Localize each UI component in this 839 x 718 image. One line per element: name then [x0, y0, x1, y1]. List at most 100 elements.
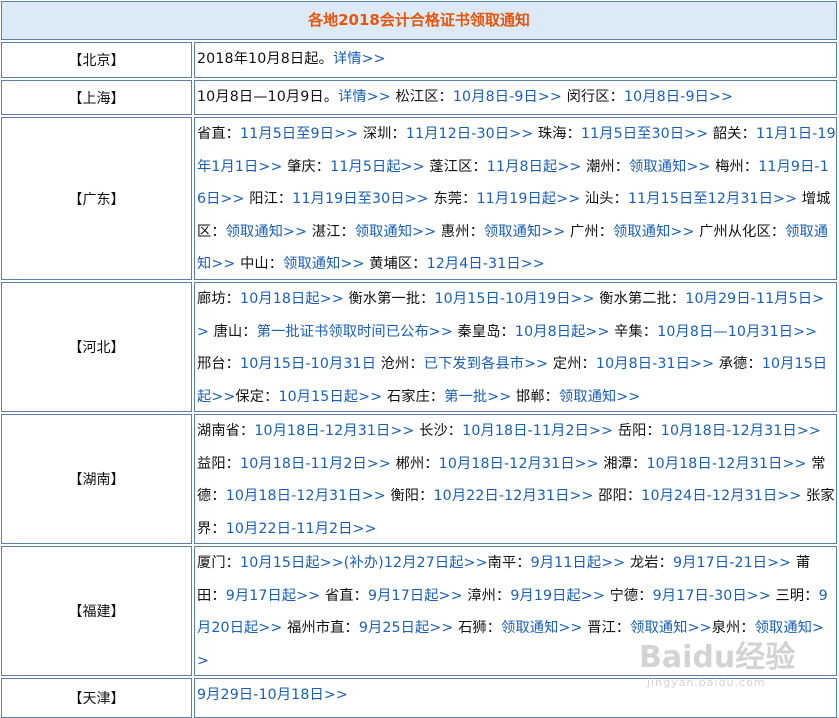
notice-link[interactable]: 10月15日-10月19日>>	[435, 291, 595, 307]
notice-link[interactable]: 9月17日-30日>>	[653, 588, 771, 604]
notice-link[interactable]: 领取通知>>	[226, 224, 307, 240]
notice-link[interactable]: 9月25日起>>	[359, 620, 454, 636]
notice-link[interactable]: 10月8日—10月31日>>	[657, 324, 817, 340]
notice-link[interactable]: 11月19日至30日>>	[292, 191, 429, 207]
region-text: 南平：	[487, 555, 531, 571]
region-text: 衡水第二批：	[594, 291, 686, 307]
notice-link[interactable]: 领取通知>>	[559, 389, 640, 405]
notice-link[interactable]: 领取通知>>	[501, 620, 582, 636]
notice-link[interactable]: 领取通知>>	[283, 256, 364, 272]
region-content: 2018年10月8日起。详情>>	[194, 42, 837, 78]
notice-link[interactable]: 10月24日-12月31日>>	[641, 488, 801, 504]
region-text: 湘潭：	[598, 455, 647, 472]
region-label: 【天津】	[1, 678, 192, 718]
notice-link[interactable]: 10月15日起>>(补办)12月27日起>>	[240, 555, 488, 571]
region-label: 【广东】	[1, 117, 192, 280]
region-text: 深圳：	[358, 126, 406, 142]
notice-link[interactable]: 9月11日起>>	[531, 555, 626, 571]
region-text: 湖南省：	[197, 423, 255, 439]
notice-link[interactable]: 领取通知>>	[484, 224, 565, 240]
region-text: 石家庄：	[382, 388, 445, 405]
region-text: 龙岩：	[625, 555, 673, 571]
region-text: 肇庆：	[282, 158, 331, 175]
table-row: 【上海】 10月8日—10月9日。详情>> 松江区：10月8日-9日>> 闵行区：…	[1, 80, 837, 115]
notice-link[interactable]: 10月18日-12月31日>>	[254, 423, 414, 439]
notice-link[interactable]: 9月17日起>>	[226, 588, 321, 604]
notice-link[interactable]: 领取通知>>	[355, 224, 436, 240]
region-text: 韶关：	[708, 126, 756, 142]
notice-link[interactable]: 11月5日至30日>>	[581, 126, 708, 142]
notice-link[interactable]: 10月8日-9日>>	[453, 89, 562, 105]
table-body: 【北京】 2018年10月8日起。详情>> 【上海】 10月8日—10月9日。详情>>…	[1, 42, 837, 718]
region-text: 沧州：	[376, 356, 424, 372]
notice-link[interactable]: 9月29日-10月18日>>	[197, 687, 348, 703]
region-text: 黄埔区：	[364, 256, 427, 272]
notice-link[interactable]: 第一批>>	[444, 389, 511, 405]
region-content: 湖南省：10月18日-12月31日>> 长沙：10月18日-11月2日>> 岳阳…	[194, 414, 837, 544]
region-content: 10月8日—10月9日。详情>> 松江区：10月8日-9日>> 闵行区：10月8…	[194, 80, 837, 115]
notice-link[interactable]: 11月5日至9日>>	[240, 126, 358, 142]
notice-link[interactable]: 10月22日-11月2日>>	[226, 521, 377, 537]
region-text: 岳阳：	[613, 423, 661, 439]
table-row: 【湖南】 湖南省：10月18日-12月31日>> 长沙：10月18日-11月2日>…	[1, 414, 837, 544]
notice-link[interactable]: 9月19日起>>	[510, 588, 605, 604]
region-text: 汕头：	[580, 191, 628, 207]
region-text: 漳州：	[462, 587, 511, 604]
region-text: 邯郸：	[511, 388, 560, 405]
region-label: 【上海】	[1, 80, 192, 115]
notice-link[interactable]: 11月15日至12月31日>>	[628, 191, 797, 207]
region-text: 2018年10月8日起。	[197, 51, 333, 67]
table-row: 【广东】 省直：11月5日至9日>> 深圳：11月12日-30日>> 珠海：11月…	[1, 117, 837, 280]
notice-link[interactable]: 领取通知>>	[629, 159, 710, 175]
region-text: 广州从化区：	[694, 223, 786, 240]
region-text: 蓬江区：	[424, 158, 487, 175]
notice-link[interactable]: 详情>>	[333, 51, 386, 67]
notice-link[interactable]: 11月12日-30日>>	[406, 126, 533, 142]
region-text: 珠海：	[533, 126, 581, 142]
notice-link[interactable]: 10月18日-12月31日>>	[439, 456, 599, 472]
notice-link[interactable]: 9月17日-21日>>	[673, 555, 791, 571]
notice-link[interactable]: 10月8日起>>	[515, 324, 610, 340]
notice-link[interactable]: 10月15日起>>	[278, 389, 382, 405]
notice-link[interactable]: 10月18日起>>	[240, 291, 344, 307]
notice-link[interactable]: 10月15日-10月31日	[240, 356, 376, 372]
region-text: 中山：	[235, 256, 284, 272]
region-content: 廊坊：10月18日起>> 衡水第一批：10月15日-10月19日>> 衡水第二批…	[194, 282, 837, 412]
region-text: 福州市直：	[282, 620, 359, 636]
notice-link[interactable]: 10月18日-12月31日>>	[226, 488, 386, 504]
region-text: 衡水第一批：	[343, 291, 435, 307]
region-text: 郴州：	[390, 455, 439, 472]
region-text: 保定：	[235, 388, 279, 405]
notice-link[interactable]: 10月8日-9日>>	[624, 89, 733, 105]
notice-link[interactable]: 详情>>	[338, 89, 391, 105]
notice-link[interactable]: 10月18日-12月31日>>	[646, 456, 806, 472]
notice-link[interactable]: 10月18日-11月2日>>	[462, 423, 613, 439]
notice-link[interactable]: 12月4日-31日>>	[427, 256, 545, 272]
notice-link[interactable]: 10月18日-12月31日>>	[661, 423, 821, 439]
region-text: 省直：	[320, 587, 368, 604]
region-text: 衡阳：	[385, 488, 434, 504]
region-text: 惠州：	[436, 223, 484, 240]
region-text: 邢台：	[197, 356, 241, 372]
notice-table: 各地2018会计合格证书领取通知 【北京】 2018年10月8日起。详情>> 【上海…	[1, 1, 837, 718]
region-content: 省直：11月5日至9日>> 深圳：11月12日-30日>> 珠海：11月5日至3…	[194, 117, 837, 280]
region-text: 三明：	[770, 587, 819, 604]
region-text: 潮州：	[581, 158, 630, 175]
notice-link[interactable]: 11月8日起>>	[487, 159, 582, 175]
notice-link[interactable]: 11月19日起>>	[476, 191, 580, 207]
region-text: 厦门：	[197, 555, 241, 571]
notice-link[interactable]: 10月22日-12月31日>>	[433, 488, 593, 504]
notice-link[interactable]: 11月5日起>>	[330, 159, 425, 175]
region-text: 东莞：	[428, 191, 477, 207]
notice-link[interactable]: 10月8日-31日>>	[596, 356, 714, 372]
notice-link[interactable]: 已下发到各县市>>	[424, 356, 548, 372]
table-title: 各地2018会计合格证书领取通知	[1, 1, 837, 40]
notice-link[interactable]: 第一批证书领取时间已公布>>	[257, 324, 453, 340]
table-row: 【北京】 2018年10月8日起。详情>>	[1, 42, 837, 78]
notice-link[interactable]: 领取通知>>	[613, 224, 694, 240]
notice-link[interactable]: 10月18日-11月2日>>	[240, 456, 391, 472]
region-text: 承德：	[714, 356, 762, 372]
notice-link[interactable]: 9月17日起>>	[368, 588, 463, 604]
region-text: 唐山：	[209, 323, 257, 340]
region-text: 定州：	[548, 356, 596, 372]
